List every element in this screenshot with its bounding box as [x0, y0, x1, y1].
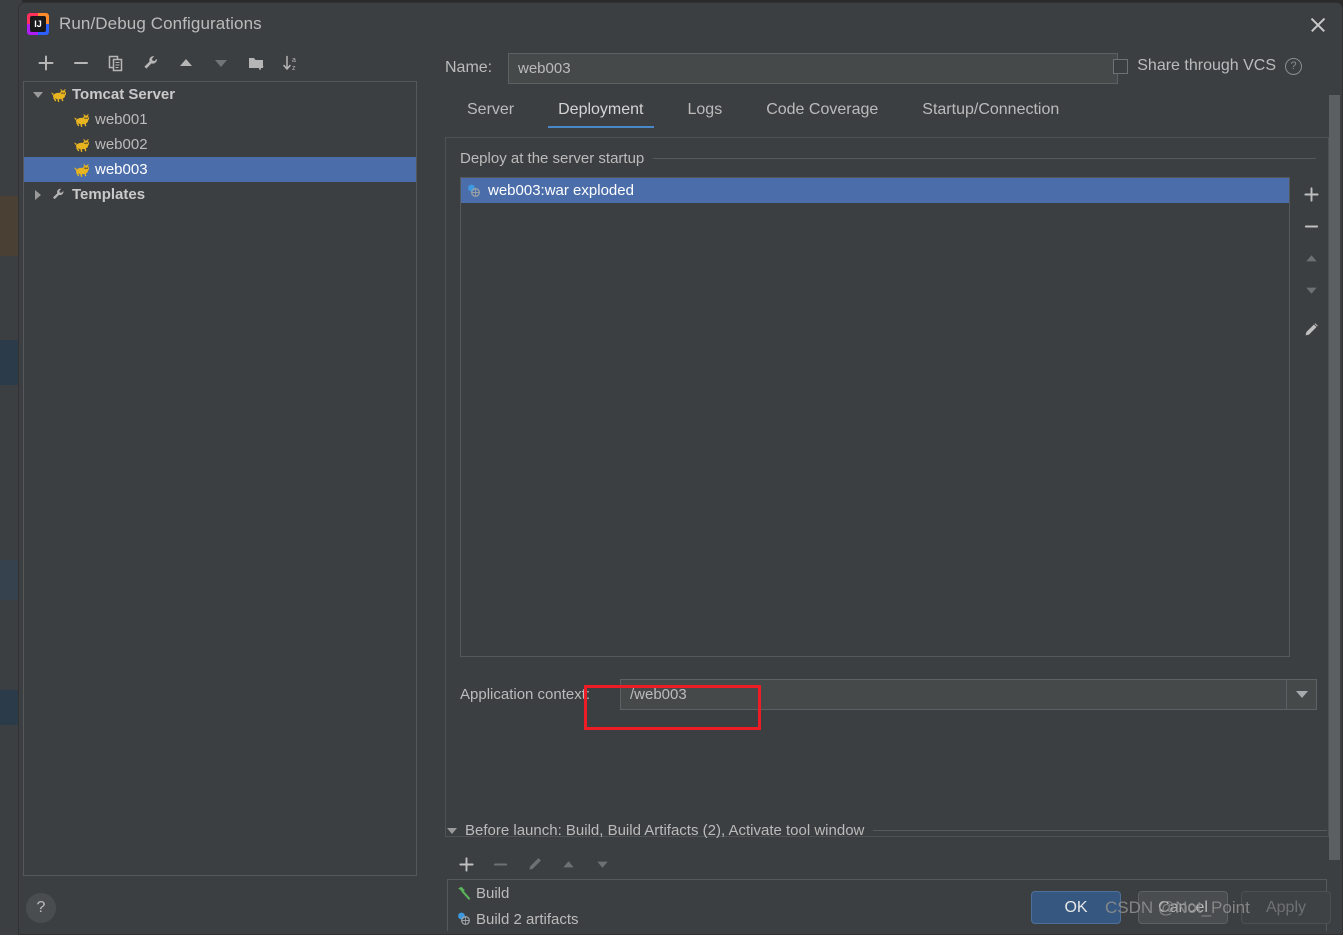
- add-configuration-button[interactable]: [31, 50, 61, 76]
- chevron-right-icon[interactable]: [30, 187, 46, 203]
- deploy-at-startup-title: Deploy at the server startup: [460, 150, 645, 167]
- add-artifact-button[interactable]: [1297, 181, 1325, 207]
- intellij-logo-icon: IJ: [27, 13, 49, 35]
- application-context-label: Application context:: [460, 686, 591, 703]
- application-context-combobox[interactable]: [620, 679, 1317, 710]
- tab-server[interactable]: Server: [445, 97, 536, 128]
- tree-item-label: web003: [95, 161, 148, 178]
- tomcat-icon: [73, 162, 91, 178]
- copy-configuration-button[interactable]: [101, 50, 131, 76]
- move-up-button[interactable]: [171, 50, 201, 76]
- before-launch-title: Before launch: Build, Build Artifacts (2…: [465, 822, 865, 839]
- chevron-down-icon[interactable]: [1286, 680, 1316, 709]
- tree-item-label: web002: [95, 136, 148, 153]
- add-task-button[interactable]: [451, 851, 481, 877]
- run-debug-configurations-dialog: IJ Run/Debug Configurations a z Tomcat S…: [18, 2, 1343, 935]
- tree-item-tomcat-server[interactable]: Tomcat Server: [24, 82, 416, 107]
- group-divider: [653, 158, 1316, 159]
- configurations-panel: a z Tomcat Server web001 web002 web003 T…: [23, 45, 419, 885]
- apply-button: Apply: [1241, 891, 1331, 924]
- configurations-tree[interactable]: Tomcat Server web001 web002 web003 Templ…: [23, 81, 417, 876]
- application-context-row: Application context:: [460, 679, 1320, 713]
- tree-item-label: Tomcat Server: [72, 86, 176, 103]
- chevron-down-icon[interactable]: [30, 87, 46, 103]
- wrench-icon[interactable]: [136, 50, 166, 76]
- ok-button[interactable]: OK: [1031, 891, 1121, 924]
- name-label: Name:: [445, 59, 493, 76]
- tree-item-label: web001: [95, 111, 148, 128]
- edit-task-button[interactable]: [519, 851, 549, 877]
- tree-item-web001[interactable]: web001: [24, 107, 416, 132]
- content-scrollbar[interactable]: [1329, 95, 1340, 907]
- tomcat-icon: [73, 137, 91, 153]
- tree-item-templates[interactable]: Templates: [24, 182, 416, 207]
- tab-logs[interactable]: Logs: [666, 97, 745, 128]
- dialog-titlebar: IJ Run/Debug Configurations: [19, 3, 1342, 45]
- deployment-tab-content: Deploy at the server startup web003:war: [445, 137, 1329, 837]
- artifact-icon: [466, 183, 488, 199]
- before-launch-group-header[interactable]: Before launch: Build, Build Artifacts (2…: [447, 822, 1327, 839]
- dialog-title: Run/Debug Configurations: [59, 14, 262, 33]
- share-through-vcs-group: Share through VCS ?: [1113, 57, 1302, 75]
- configuration-tabs: Server Deployment Logs Code Coverage Sta…: [445, 97, 1081, 132]
- svg-text:a: a: [292, 57, 296, 64]
- close-icon[interactable]: [1304, 11, 1332, 39]
- logo-text: IJ: [30, 16, 46, 32]
- configuration-editor-panel: Name: Share through VCS ? Server Deploym…: [423, 45, 1343, 890]
- tree-item-label: Templates: [72, 186, 146, 203]
- edit-artifact-button[interactable]: [1297, 317, 1325, 343]
- list-item[interactable]: web003:war exploded: [461, 178, 1289, 203]
- wrench-icon: [50, 187, 68, 203]
- move-artifact-down-button[interactable]: [1297, 277, 1325, 303]
- deploy-at-startup-group-header: Deploy at the server startup: [460, 150, 1316, 167]
- move-down-button[interactable]: [206, 50, 236, 76]
- remove-artifact-button[interactable]: [1297, 213, 1325, 239]
- move-task-down-button[interactable]: [587, 851, 617, 877]
- remove-configuration-button[interactable]: [66, 50, 96, 76]
- tomcat-icon: [73, 112, 91, 128]
- list-item-label: web003:war exploded: [488, 182, 634, 199]
- help-icon[interactable]: ?: [26, 893, 56, 923]
- move-artifact-up-button[interactable]: [1297, 245, 1325, 271]
- tree-item-web002[interactable]: web002: [24, 132, 416, 157]
- name-row: Name: Share through VCS ?: [423, 53, 1343, 87]
- before-launch-toolbar: [451, 851, 617, 877]
- help-icon[interactable]: ?: [1285, 57, 1302, 75]
- dialog-footer: ? OK Cancel Apply: [19, 886, 1343, 934]
- deployment-artifacts-list[interactable]: web003:war exploded: [460, 177, 1290, 657]
- tomcat-icon: [50, 87, 68, 103]
- scrollbar-thumb[interactable]: [1329, 95, 1340, 860]
- deployment-list-buttons: [1294, 177, 1328, 343]
- sort-configurations-button[interactable]: a z: [276, 50, 306, 76]
- tab-code-coverage[interactable]: Code Coverage: [744, 97, 900, 128]
- move-task-up-button[interactable]: [553, 851, 583, 877]
- tree-item-web003[interactable]: web003: [24, 157, 416, 182]
- svg-text:z: z: [292, 65, 296, 72]
- share-through-vcs-label[interactable]: Share through VCS: [1137, 57, 1276, 75]
- application-context-input[interactable]: [621, 680, 1286, 709]
- remove-task-button[interactable]: [485, 851, 515, 877]
- share-through-vcs-checkbox[interactable]: [1113, 58, 1129, 74]
- chevron-down-icon[interactable]: [447, 827, 457, 834]
- tab-startup-connection[interactable]: Startup/Connection: [900, 97, 1081, 128]
- new-folder-button[interactable]: [241, 50, 271, 76]
- name-input[interactable]: [508, 53, 1118, 84]
- cancel-button[interactable]: Cancel: [1138, 891, 1228, 924]
- dialog-body: a z Tomcat Server web001 web002 web003 T…: [19, 45, 1343, 931]
- tab-deployment[interactable]: Deployment: [536, 97, 665, 128]
- group-divider: [873, 830, 1327, 831]
- configurations-toolbar: a z: [23, 45, 419, 81]
